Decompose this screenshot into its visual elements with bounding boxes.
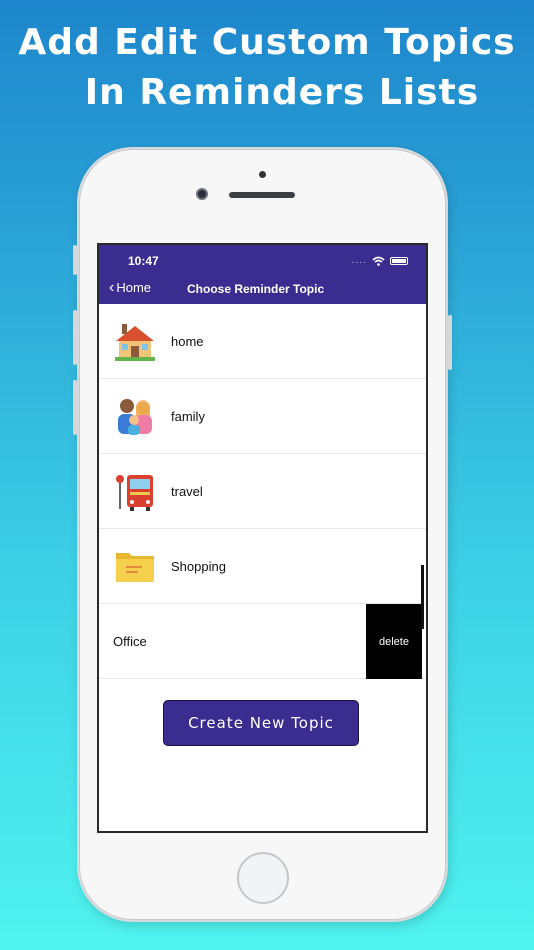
volume-down-button [73, 380, 77, 435]
topic-label: Shopping [171, 558, 226, 574]
proximity-sensor [259, 171, 266, 178]
topic-label: travel [171, 483, 203, 499]
scrollbar[interactable] [421, 565, 424, 629]
topic-row-shopping[interactable]: Shopping [99, 529, 426, 604]
wifi-icon [372, 256, 385, 266]
topic-row-home[interactable]: home [99, 304, 426, 379]
headline-line-1: Add Edit Custom Topics [18, 22, 516, 63]
front-camera-icon [196, 188, 208, 200]
folder-icon [116, 553, 154, 582]
create-new-topic-button[interactable]: Create New Topic [163, 700, 359, 746]
topic-row-travel[interactable]: travel [99, 454, 426, 529]
bus-stop-icon [116, 475, 153, 511]
topic-label: Office [113, 633, 147, 649]
app-screen: 10:47 .... ‹ Home Choose Reminder Topic [97, 243, 428, 833]
chevron-left-icon: ‹ [109, 279, 115, 296]
topic-row-office[interactable]: Office delete [99, 604, 426, 679]
back-button[interactable]: ‹ Home [109, 279, 152, 296]
family-icon [118, 399, 152, 435]
mute-switch [73, 245, 77, 275]
delete-button[interactable]: delete [366, 604, 422, 679]
battery-icon [390, 257, 408, 265]
signal-dots: .... [351, 256, 367, 266]
earpiece-speaker [229, 192, 295, 198]
volume-up-button [73, 310, 77, 365]
topic-list: home family travel Shopping Office delet… [99, 304, 426, 679]
topic-row-family[interactable]: family [99, 379, 426, 454]
headline-line-2: In Reminders Lists [84, 72, 480, 113]
navigation-bar: 10:47 .... ‹ Home Choose Reminder Topic [99, 245, 426, 304]
home-button[interactable] [237, 852, 289, 904]
page-title: Choose Reminder Topic [187, 282, 325, 296]
status-icons: .... [352, 256, 408, 266]
status-time: 10:47 [128, 254, 159, 268]
topic-label: family [171, 408, 205, 424]
house-icon [115, 324, 155, 361]
back-label: Home [116, 280, 152, 295]
power-button [448, 315, 452, 370]
topic-label: home [171, 333, 204, 349]
